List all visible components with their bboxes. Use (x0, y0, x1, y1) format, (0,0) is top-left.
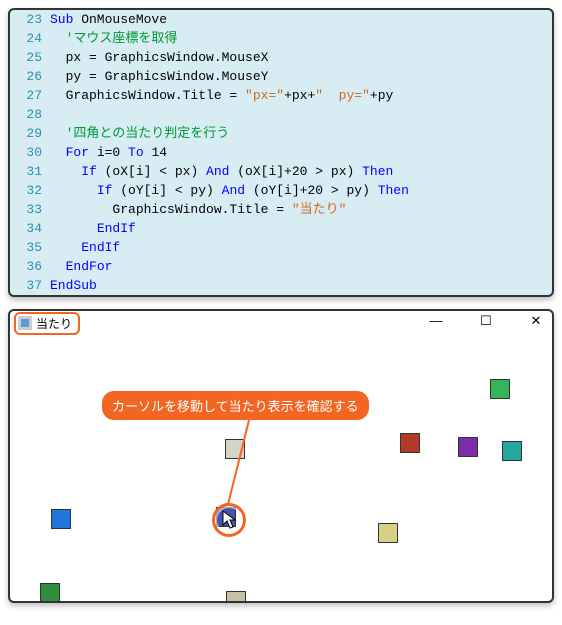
code-text (50, 105, 552, 124)
mouse-cursor-icon (222, 510, 238, 534)
code-text: '四角との当たり判定を行う (50, 124, 552, 143)
line-number: 30 (10, 143, 50, 162)
code-line[interactable]: 27 GraphicsWindow.Title = "px="+px+" py=… (10, 86, 552, 105)
graphics-canvas[interactable]: カーソルを移動して当たり表示を確認する (10, 337, 552, 601)
app-icon (18, 316, 32, 330)
code-text: EndFor (50, 257, 552, 276)
code-text: py = GraphicsWindow.MouseY (50, 67, 552, 86)
titlebar: 当たり — ☐ ✕ (10, 311, 552, 335)
game-square[interactable] (400, 433, 420, 453)
code-text: GraphicsWindow.Title = "px="+px+" py="+p… (50, 86, 552, 105)
code-text: GraphicsWindow.Title = "当たり" (50, 200, 552, 219)
line-number: 34 (10, 219, 50, 238)
code-line[interactable]: 24 'マウス座標を取得 (10, 29, 552, 48)
close-button[interactable]: ✕ (522, 313, 550, 329)
code-line[interactable]: 30 For i=0 To 14 (10, 143, 552, 162)
game-square[interactable] (378, 523, 398, 543)
code-line[interactable]: 32 If (oY[i] < py) And (oY[i]+20 > py) T… (10, 181, 552, 200)
game-square[interactable] (502, 441, 522, 461)
code-text: EndIf (50, 238, 552, 257)
window-title: 当たり (36, 315, 72, 332)
code-line[interactable]: 26 py = GraphicsWindow.MouseY (10, 67, 552, 86)
code-text: Sub OnMouseMove (50, 10, 552, 29)
line-number: 27 (10, 86, 50, 105)
code-text: If (oY[i] < py) And (oY[i]+20 > py) Then (50, 181, 552, 200)
code-text: 'マウス座標を取得 (50, 29, 552, 48)
game-square[interactable] (490, 379, 510, 399)
maximize-button[interactable]: ☐ (472, 313, 500, 329)
line-number: 26 (10, 67, 50, 86)
line-number: 33 (10, 200, 50, 219)
code-text: EndSub (50, 276, 552, 295)
code-line[interactable]: 28 (10, 105, 552, 124)
app-window: 当たり — ☐ ✕ カーソルを移動して当たり表示を確認する (8, 309, 554, 603)
line-number: 28 (10, 105, 50, 124)
code-line[interactable]: 23Sub OnMouseMove (10, 10, 552, 29)
title-highlight: 当たり (14, 312, 80, 335)
code-editor-panel: 23Sub OnMouseMove24 'マウス座標を取得25 px = Gra… (8, 8, 554, 297)
code-line[interactable]: 31 If (oX[i] < px) And (oX[i]+20 > px) T… (10, 162, 552, 181)
code-line[interactable]: 34 EndIf (10, 219, 552, 238)
game-square[interactable] (458, 437, 478, 457)
code-line[interactable]: 33 GraphicsWindow.Title = "当たり" (10, 200, 552, 219)
code-text: For i=0 To 14 (50, 143, 552, 162)
game-square[interactable] (226, 591, 246, 601)
code-text: If (oX[i] < px) And (oX[i]+20 > px) Then (50, 162, 552, 181)
code-line[interactable]: 25 px = GraphicsWindow.MouseX (10, 48, 552, 67)
line-number: 23 (10, 10, 50, 29)
minimize-button[interactable]: — (422, 313, 450, 329)
code-line[interactable]: 36 EndFor (10, 257, 552, 276)
code-line[interactable]: 35 EndIf (10, 238, 552, 257)
line-number: 31 (10, 162, 50, 181)
line-number: 24 (10, 29, 50, 48)
line-number: 37 (10, 276, 50, 295)
line-number: 35 (10, 238, 50, 257)
line-number: 36 (10, 257, 50, 276)
code-line[interactable]: 37EndSub (10, 276, 552, 295)
code-lines: 23Sub OnMouseMove24 'マウス座標を取得25 px = Gra… (10, 10, 552, 295)
code-text: px = GraphicsWindow.MouseX (50, 48, 552, 67)
line-number: 25 (10, 48, 50, 67)
game-square[interactable] (51, 509, 71, 529)
callout-label: カーソルを移動して当たり表示を確認する (102, 391, 369, 420)
code-line[interactable]: 29 '四角との当たり判定を行う (10, 124, 552, 143)
window-controls: — ☐ ✕ (422, 313, 550, 329)
game-square[interactable] (40, 583, 60, 601)
code-text: EndIf (50, 219, 552, 238)
line-number: 29 (10, 124, 50, 143)
line-number: 32 (10, 181, 50, 200)
